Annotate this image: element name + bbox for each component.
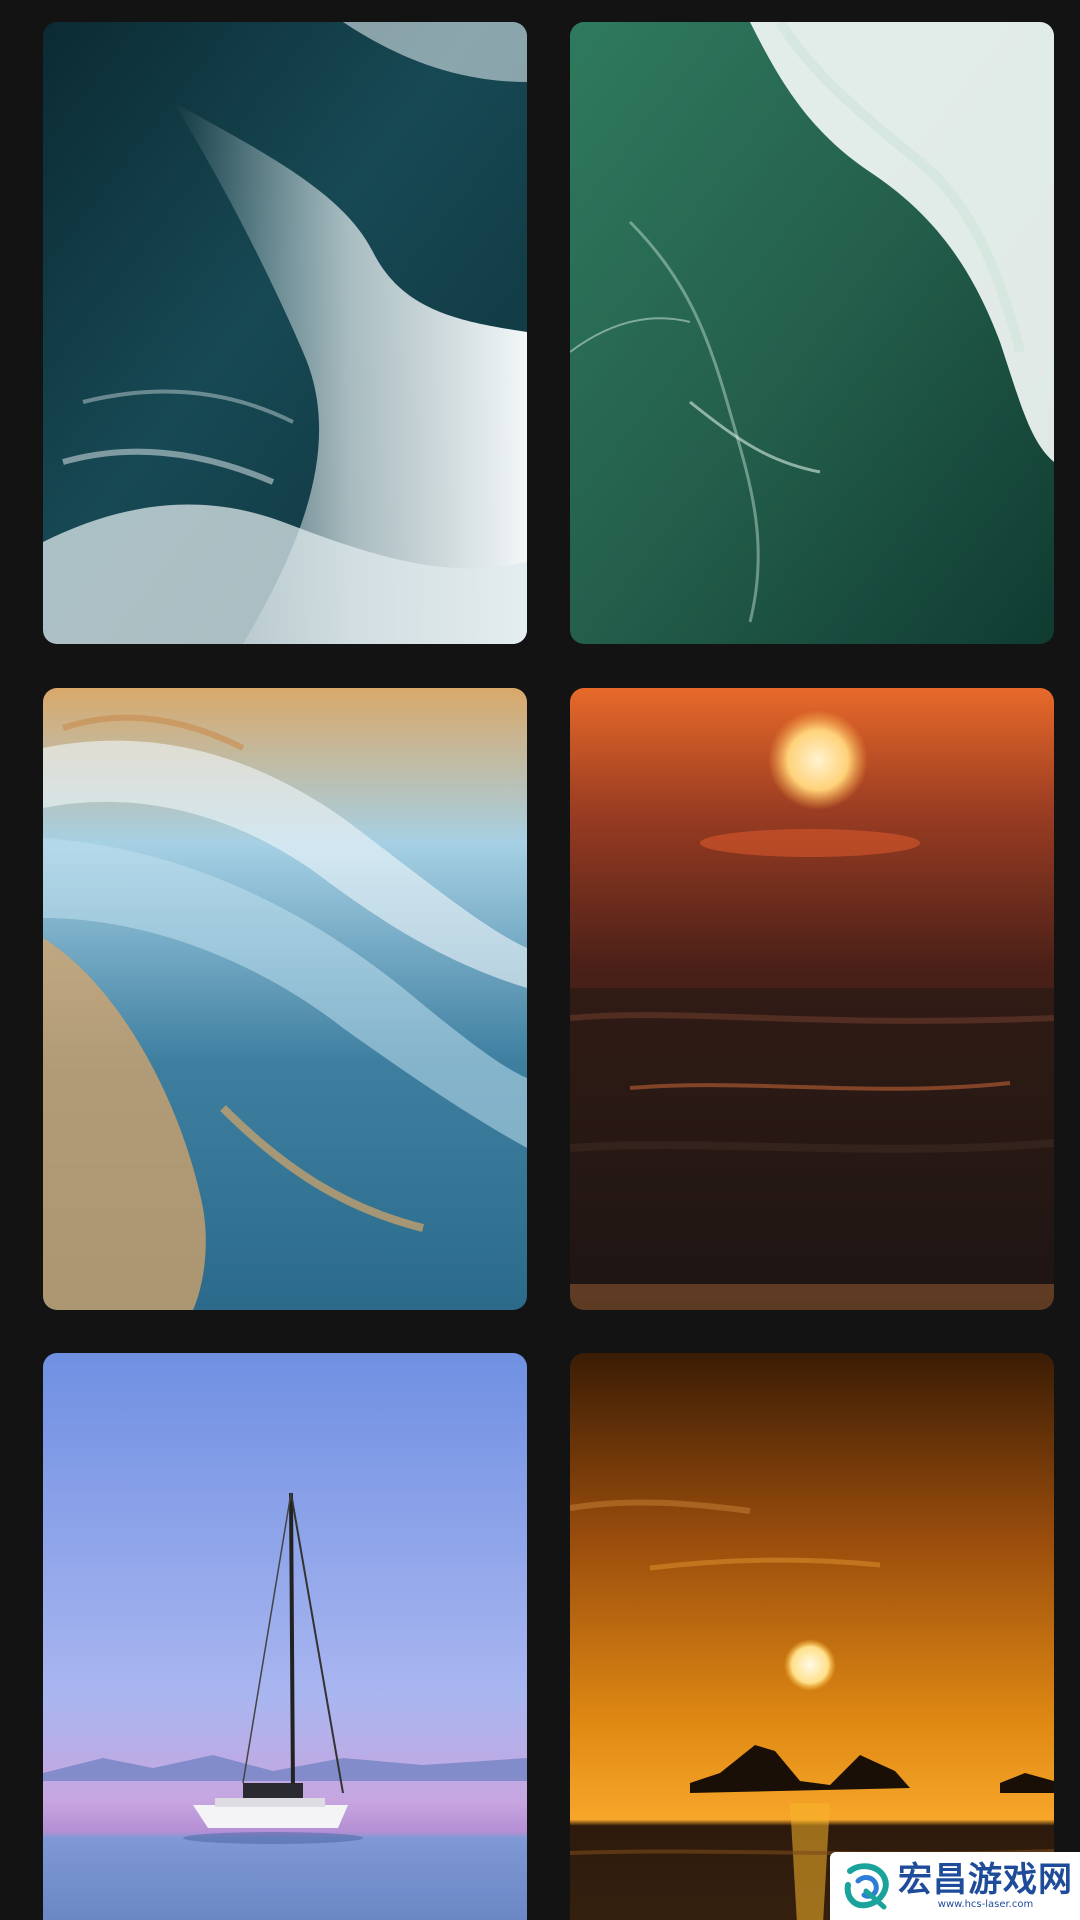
wallpaper-image	[570, 1353, 1054, 1920]
wallpaper-tile-green-sea[interactable]	[570, 22, 1054, 644]
wallpaper-image	[570, 22, 1054, 644]
watermark-title: 宏昌游戏网	[898, 1860, 1073, 1900]
wallpaper-gallery: 宏昌游戏网 www.hcs-laser.com	[0, 0, 1080, 1920]
watermark-url: www.hcs-laser.com	[937, 1899, 1034, 1910]
wallpaper-image	[43, 688, 527, 1310]
wallpaper-tile-teal-wave[interactable]	[43, 22, 527, 644]
wallpaper-image	[43, 22, 527, 644]
wallpaper-tile-sailboat[interactable]	[43, 1353, 527, 1920]
site-logo-icon	[844, 1863, 889, 1910]
wallpaper-image	[570, 688, 1054, 1310]
wallpaper-tile-orange-sunset[interactable]	[570, 688, 1054, 1310]
wallpaper-tile-abstract-wave[interactable]	[43, 688, 527, 1310]
wallpaper-image	[43, 1353, 527, 1920]
wallpaper-tile-golden-sunset[interactable]	[570, 1353, 1054, 1920]
site-watermark: 宏昌游戏网 www.hcs-laser.com	[830, 1852, 1080, 1920]
